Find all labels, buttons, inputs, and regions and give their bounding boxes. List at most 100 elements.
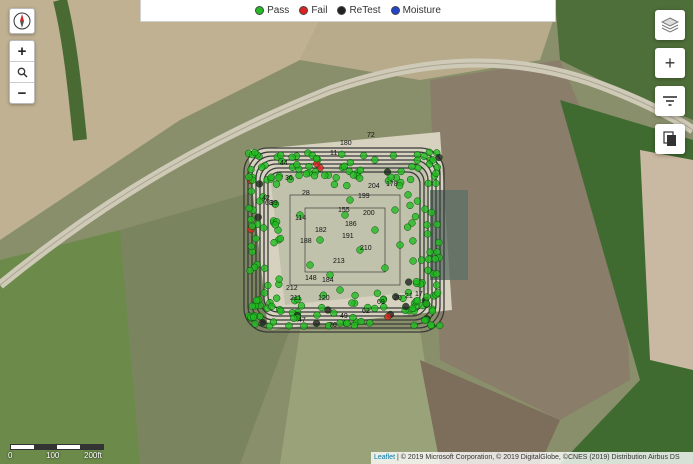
test-point-marker[interactable] xyxy=(346,196,354,204)
test-point-marker[interactable] xyxy=(360,151,368,160)
test-point-marker[interactable] xyxy=(247,187,256,195)
test-point-marker[interactable] xyxy=(336,286,344,294)
test-point-marker[interactable] xyxy=(330,180,339,189)
leaflet-link[interactable]: Leaflet xyxy=(374,454,395,461)
test-point-marker[interactable] xyxy=(252,296,261,305)
test-point-marker[interactable] xyxy=(247,242,256,251)
test-point-marker[interactable] xyxy=(425,255,433,263)
test-point-marker[interactable] xyxy=(409,237,417,245)
test-point-marker[interactable] xyxy=(254,213,262,221)
test-point-marker[interactable] xyxy=(371,156,379,164)
test-point-marker[interactable] xyxy=(431,255,439,263)
test-point-marker[interactable] xyxy=(423,230,432,238)
test-point-marker[interactable] xyxy=(275,275,283,283)
test-point-marker[interactable] xyxy=(261,264,269,272)
test-point-marker[interactable] xyxy=(277,307,285,315)
test-point-marker[interactable] xyxy=(285,322,293,330)
test-point-marker[interactable] xyxy=(312,155,321,163)
test-point-marker[interactable] xyxy=(423,221,431,229)
test-point-marker[interactable] xyxy=(302,170,311,178)
compass-button[interactable] xyxy=(9,8,35,34)
test-point-marker[interactable] xyxy=(336,319,344,327)
test-point-marker[interactable] xyxy=(406,201,414,210)
test-point-marker[interactable] xyxy=(433,281,441,289)
test-point-marker[interactable] xyxy=(252,234,260,243)
test-point-marker[interactable] xyxy=(371,226,379,234)
test-point-marker[interactable] xyxy=(432,179,440,187)
test-point-marker[interactable] xyxy=(351,291,359,300)
test-point-marker[interactable] xyxy=(275,174,283,182)
test-point-marker[interactable] xyxy=(271,221,279,229)
test-point-marker[interactable] xyxy=(255,180,264,188)
test-point-marker[interactable] xyxy=(324,306,332,314)
test-point-marker[interactable] xyxy=(276,234,285,243)
test-point-marker[interactable] xyxy=(421,316,429,324)
test-point-marker[interactable] xyxy=(422,299,431,308)
copy-button[interactable] xyxy=(655,124,685,154)
test-point-marker[interactable] xyxy=(248,222,256,230)
test-point-marker[interactable] xyxy=(346,159,354,167)
test-point-marker[interactable] xyxy=(432,169,440,177)
test-point-marker[interactable] xyxy=(332,174,340,182)
filter-button[interactable] xyxy=(655,86,685,116)
zoom-in-button[interactable]: + xyxy=(10,41,34,62)
test-point-marker[interactable] xyxy=(412,277,421,286)
test-point-marker[interactable] xyxy=(272,180,281,188)
test-point-marker[interactable] xyxy=(356,166,365,174)
test-point-marker[interactable] xyxy=(403,223,412,231)
test-point-marker[interactable] xyxy=(435,153,443,162)
test-point-marker[interactable] xyxy=(270,239,278,247)
test-point-marker[interactable] xyxy=(310,172,319,180)
test-point-marker[interactable] xyxy=(268,302,276,310)
test-point-marker[interactable] xyxy=(408,304,417,313)
test-point-marker[interactable] xyxy=(343,319,351,327)
test-point-marker[interactable] xyxy=(247,165,255,174)
test-point-marker[interactable] xyxy=(260,224,268,232)
test-point-marker[interactable] xyxy=(246,266,254,275)
test-point-marker[interactable] xyxy=(373,289,382,297)
layers-button[interactable] xyxy=(655,10,685,40)
test-point-marker[interactable] xyxy=(245,204,253,212)
test-point-marker[interactable] xyxy=(357,317,365,326)
test-point-marker[interactable] xyxy=(312,319,321,327)
test-point-marker[interactable] xyxy=(290,314,298,322)
test-point-marker[interactable] xyxy=(417,256,426,264)
test-point-marker[interactable] xyxy=(411,212,420,221)
test-point-marker[interactable] xyxy=(409,257,417,265)
test-point-marker[interactable] xyxy=(259,318,267,327)
test-point-marker[interactable] xyxy=(433,163,441,171)
test-point-marker[interactable] xyxy=(408,162,416,171)
test-point-marker[interactable] xyxy=(389,151,398,160)
test-point-marker[interactable] xyxy=(397,167,405,176)
test-point-marker[interactable] xyxy=(313,311,321,319)
satellite-imagery[interactable]: 18072114436204 17819928114186200182155681… xyxy=(0,0,693,464)
add-button[interactable]: + xyxy=(655,48,685,78)
test-point-marker[interactable] xyxy=(426,248,434,256)
test-point-marker[interactable] xyxy=(247,215,255,224)
test-point-marker[interactable] xyxy=(273,294,281,302)
test-point-marker[interactable] xyxy=(258,163,266,171)
test-point-marker[interactable] xyxy=(413,296,421,305)
test-point-marker[interactable] xyxy=(350,321,359,330)
test-point-marker[interactable] xyxy=(348,299,356,307)
zoom-reset-button[interactable] xyxy=(10,62,34,83)
test-point-marker[interactable] xyxy=(248,302,256,310)
test-point-marker[interactable] xyxy=(381,264,389,272)
test-point-marker[interactable] xyxy=(251,148,259,157)
test-point-marker[interactable] xyxy=(406,175,415,184)
test-point-marker[interactable] xyxy=(421,205,429,213)
test-point-marker[interactable] xyxy=(249,313,258,321)
test-point-marker[interactable] xyxy=(424,179,432,188)
test-point-marker[interactable] xyxy=(269,318,278,326)
test-point-marker[interactable] xyxy=(293,160,301,169)
test-point-marker[interactable] xyxy=(433,270,441,278)
test-point-marker[interactable] xyxy=(428,307,437,315)
zoom-out-button[interactable]: − xyxy=(10,83,34,103)
test-point-marker[interactable] xyxy=(413,156,421,164)
test-point-marker[interactable] xyxy=(251,320,259,328)
test-point-marker[interactable] xyxy=(343,181,351,190)
test-point-marker[interactable] xyxy=(288,153,296,161)
test-point-marker[interactable] xyxy=(434,289,442,297)
test-point-marker[interactable] xyxy=(260,289,268,297)
test-point-marker[interactable] xyxy=(414,164,422,172)
